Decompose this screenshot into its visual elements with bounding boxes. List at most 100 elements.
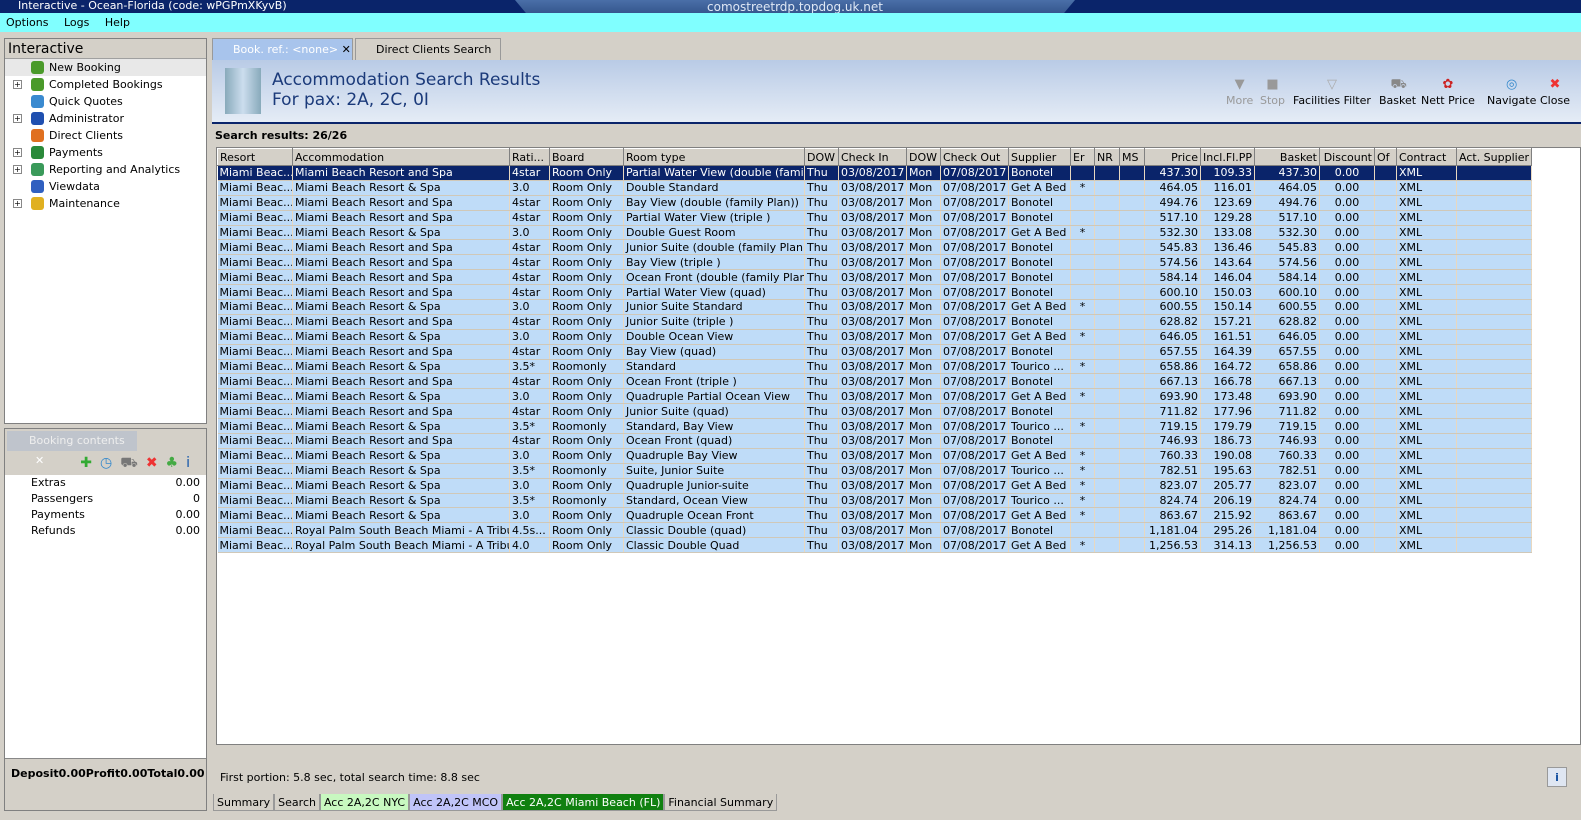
palm-icon[interactable]: ♣	[166, 455, 187, 471]
table-row[interactable]: Miami Beac... Royal Palm South Beach Miam…	[217, 537, 1532, 554]
nav-item[interactable]: Direct Clients	[5, 127, 206, 144]
table-row[interactable]: Miami Beac... Miami Beach Resort and Spa 4…	[217, 403, 1532, 420]
expand-icon[interactable]: +	[13, 199, 22, 208]
column-header[interactable]: Discount	[1319, 148, 1375, 166]
info-icon[interactable]: i	[186, 455, 198, 471]
column-header[interactable]: Supplier	[1008, 148, 1071, 166]
table-row[interactable]: Miami Beac... Miami Beach Resort & Spa 3.0…	[217, 180, 1532, 196]
tab-booking-ref[interactable]: Book. ref.: <none> ✕	[212, 38, 353, 60]
nav-item[interactable]: + Completed Bookings	[5, 76, 206, 93]
table-row[interactable]: Miami Beac... Miami Beach Resort and Spa 4…	[217, 284, 1532, 301]
table-row[interactable]: Miami Beac... Miami Beach Resort & Spa 3.0…	[217, 478, 1532, 494]
column-header[interactable]: Incl.Fl.PP	[1200, 148, 1255, 166]
nav-item[interactable]: New Booking	[5, 59, 206, 76]
facilities-filter-button[interactable]: ▽ Facilities Filter	[1293, 78, 1371, 108]
table-cell: 4star	[509, 314, 550, 330]
more-button[interactable]: ▼ More	[1226, 78, 1253, 108]
nav-item[interactable]: + Administrator	[5, 110, 206, 127]
add-icon[interactable]: ✚	[80, 455, 100, 471]
bottom-tab[interactable]: Summary	[213, 794, 275, 811]
table-row[interactable]: Miami Beac... Royal Palm South Beach Miam…	[217, 522, 1532, 539]
basket-icon: ⛟	[1390, 77, 1407, 92]
table-cell	[1456, 463, 1532, 479]
bottom-tab[interactable]: Financial Summary	[664, 794, 778, 811]
clock-icon[interactable]: ◷	[100, 455, 120, 471]
table-row[interactable]: Miami Beac... Miami Beach Resort and Spa 4…	[217, 195, 1532, 211]
table-row[interactable]: Miami Beac... Miami Beach Resort & Spa 3.0…	[217, 225, 1532, 241]
table-row[interactable]: Miami Beac... Miami Beach Resort & Spa 3.0…	[217, 329, 1532, 345]
expand-icon[interactable]: +	[13, 165, 22, 174]
table-row[interactable]: Miami Beac... Miami Beach Resort and Spa 4…	[217, 165, 1532, 181]
basket-icon[interactable]: ⛟	[120, 455, 146, 471]
table-row[interactable]: Miami Beac... Miami Beach Resort & Spa 3.5…	[217, 463, 1532, 479]
table-cell: 3.0	[509, 478, 550, 494]
nav-item[interactable]: + Reporting and Analytics	[5, 161, 206, 178]
table-cell: 600.10	[1144, 284, 1201, 301]
column-header[interactable]: Act. Supplier	[1456, 148, 1532, 166]
nav-item[interactable]: + Payments	[5, 144, 206, 161]
nav-item[interactable]: Viewdata	[5, 178, 206, 195]
expand-icon[interactable]: +	[13, 80, 22, 89]
table-row[interactable]: Miami Beac... Miami Beach Resort & Spa 3.5…	[217, 493, 1532, 509]
info-button[interactable]: i	[1547, 767, 1567, 787]
close-button[interactable]: ✖ Close	[1540, 78, 1570, 108]
column-header[interactable]: DOW	[906, 148, 941, 166]
bottom-tab[interactable]: Acc 2A,2C MCO	[409, 794, 503, 811]
nav-item[interactable]: Quick Quotes	[5, 93, 206, 110]
column-header[interactable]: Check Out	[940, 148, 1009, 166]
table-row[interactable]: Miami Beac... Miami Beach Resort & Spa 3.0…	[217, 388, 1532, 405]
table-row[interactable]: Miami Beac... Miami Beach Resort and Spa 4…	[217, 254, 1532, 271]
column-header[interactable]: DOW	[804, 148, 839, 166]
table-row[interactable]: Miami Beac... Miami Beach Resort & Spa 3.0…	[217, 448, 1532, 464]
column-header[interactable]: Rati...	[509, 148, 550, 166]
bottom-tab[interactable]: Search	[274, 794, 320, 811]
nett-price-button[interactable]: ✿ Nett Price	[1421, 78, 1475, 108]
stop-button[interactable]: ■ Stop	[1260, 78, 1285, 108]
column-header[interactable]: Room type	[623, 148, 805, 166]
expand-icon[interactable]: +	[13, 114, 22, 123]
column-header[interactable]: Of	[1374, 148, 1397, 166]
booking-contents-title: Booking contents	[29, 434, 125, 447]
table-row[interactable]: Miami Beac... Miami Beach Resort & Spa 3.0…	[217, 299, 1532, 315]
tab-direct-clients-search[interactable]: Direct Clients Search	[355, 38, 501, 60]
table-row[interactable]: Miami Beac... Miami Beach Resort & Spa 3.5…	[217, 359, 1532, 375]
booking-contents-tab[interactable]: Booking contents ✕	[7, 431, 137, 467]
table-row[interactable]: Miami Beac... Miami Beach Resort and Spa 4…	[217, 269, 1532, 286]
table-row[interactable]: Miami Beac... Miami Beach Resort and Spa 4…	[217, 433, 1532, 449]
bottom-tab[interactable]: Acc 2A,2C Miami Beach (FL)	[502, 794, 665, 811]
table-cell	[1070, 314, 1095, 330]
menu-options[interactable]: Options	[6, 16, 48, 29]
basket-button[interactable]: ⛟ Basket	[1379, 77, 1416, 108]
expand-icon[interactable]: +	[13, 148, 22, 157]
column-header[interactable]: Er	[1070, 148, 1095, 166]
column-header[interactable]: MS	[1119, 148, 1145, 166]
nav-item[interactable]: + Maintenance	[5, 195, 206, 212]
column-header[interactable]: Accommodation	[292, 148, 510, 166]
column-header[interactable]: Contract	[1396, 148, 1457, 166]
bottom-tab[interactable]: Acc 2A,2C NYC	[319, 794, 410, 811]
table-cell: Room Only	[549, 329, 624, 345]
column-header[interactable]: Check In	[838, 148, 907, 166]
table-cell: 0.00	[1319, 165, 1375, 181]
table-row[interactable]: Miami Beac... Miami Beach Resort and Spa 4…	[217, 239, 1532, 256]
table-row[interactable]: Miami Beac... Miami Beach Resort and Spa 4…	[217, 344, 1532, 360]
menu-help[interactable]: Help	[105, 16, 130, 29]
column-header[interactable]: Price	[1144, 148, 1201, 166]
delete-icon[interactable]: ✖	[146, 455, 166, 471]
table-cell: XML	[1396, 269, 1457, 286]
table-cell: XML	[1396, 225, 1457, 241]
column-header[interactable]: NR	[1094, 148, 1120, 166]
close-icon[interactable]: ✕	[35, 454, 44, 467]
table-row[interactable]: Miami Beac... Miami Beach Resort and Spa 4…	[217, 373, 1532, 390]
table-row[interactable]: Miami Beac... Miami Beach Resort & Spa 3.5…	[217, 418, 1532, 435]
column-header[interactable]: Basket	[1254, 148, 1320, 166]
close-icon[interactable]: ✕	[342, 43, 351, 56]
table-row[interactable]: Miami Beac... Miami Beach Resort and Spa 4…	[217, 210, 1532, 226]
table-row[interactable]: Miami Beac... Miami Beach Resort & Spa 3.0…	[217, 507, 1532, 524]
table-row[interactable]: Miami Beac... Miami Beach Resort and Spa 4…	[217, 314, 1532, 330]
menu-logs[interactable]: Logs	[64, 16, 89, 29]
table-cell: 0.00	[1319, 463, 1375, 479]
column-header[interactable]: Resort	[217, 148, 293, 166]
column-header[interactable]: Board	[549, 148, 624, 166]
navigate-button[interactable]: ◎ Navigate	[1487, 78, 1536, 108]
